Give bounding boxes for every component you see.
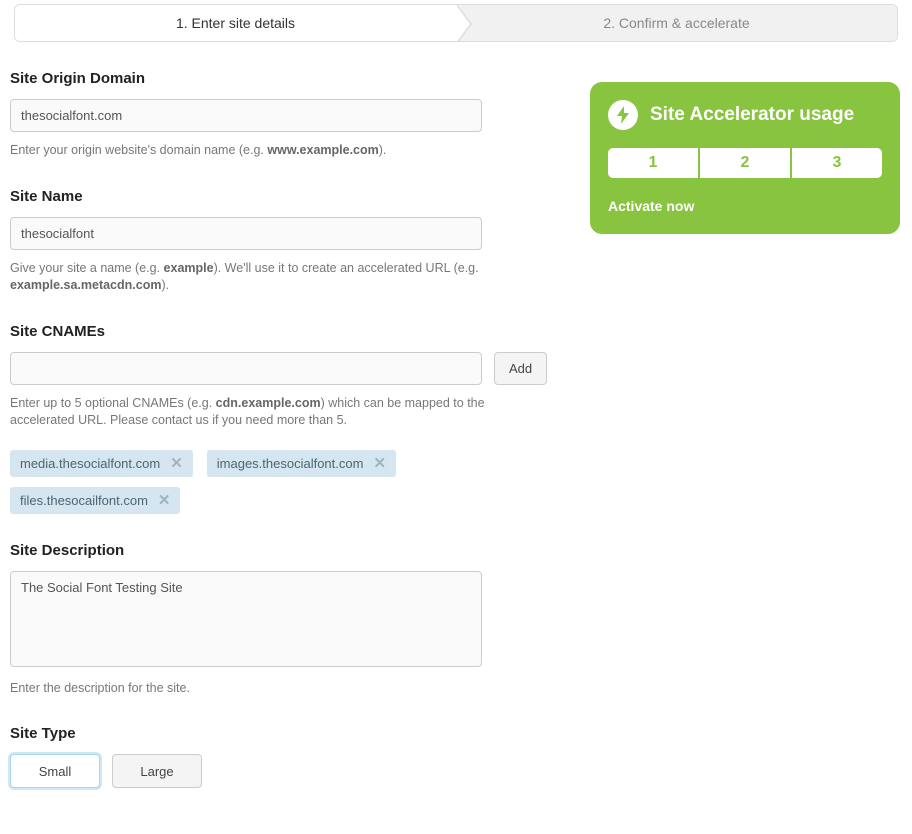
- usage-segment-3[interactable]: 3: [792, 148, 882, 178]
- cname-tag: images.thesocialfont.com ✕: [207, 450, 396, 477]
- site-cnames-group: Site CNAMEs Add Enter up to 5 optional C…: [10, 323, 570, 514]
- site-name-help: Give your site a name (e.g. example). We…: [10, 260, 510, 295]
- bolt-icon: [608, 100, 638, 130]
- usage-segment-1[interactable]: 1: [608, 148, 698, 178]
- site-cnames-help: Enter up to 5 optional CNAMEs (e.g. cdn.…: [10, 395, 510, 430]
- site-origin-domain-input[interactable]: [10, 99, 482, 132]
- site-name-group: Site Name Give your site a name (e.g. ex…: [10, 188, 570, 295]
- remove-cname-icon[interactable]: ✕: [170, 456, 183, 471]
- site-origin-domain-label: Site Origin Domain: [10, 70, 570, 87]
- site-description-label: Site Description: [10, 542, 570, 559]
- step-2-confirm[interactable]: 2. Confirm & accelerate: [456, 5, 897, 41]
- remove-cname-icon[interactable]: ✕: [373, 456, 386, 471]
- site-name-input[interactable]: [10, 217, 482, 250]
- widget-title: Site Accelerator usage: [650, 104, 854, 126]
- site-cname-input[interactable]: [10, 352, 482, 385]
- usage-segments: 1 2 3: [608, 148, 882, 178]
- site-name-label: Site Name: [10, 188, 570, 205]
- site-type-label: Site Type: [10, 725, 570, 742]
- site-description-group: Site Description Enter the description f…: [10, 542, 570, 698]
- site-type-small-button[interactable]: Small: [10, 754, 100, 788]
- site-origin-domain-help: Enter your origin website's domain name …: [10, 142, 510, 160]
- activate-now-link[interactable]: Activate now: [608, 198, 882, 214]
- site-description-help: Enter the description for the site.: [10, 680, 510, 698]
- remove-cname-icon[interactable]: ✕: [158, 493, 171, 508]
- cname-tag-label: images.thesocialfont.com: [217, 456, 364, 471]
- cname-tag-list: media.thesocialfont.com ✕ images.thesoci…: [10, 450, 570, 514]
- cname-tag-label: files.thesocailfont.com: [20, 493, 148, 508]
- usage-segment-2[interactable]: 2: [700, 148, 790, 178]
- site-description-input[interactable]: [10, 571, 482, 667]
- site-type-large-button[interactable]: Large: [112, 754, 202, 788]
- site-accelerator-usage-widget: Site Accelerator usage 1 2 3 Activate no…: [590, 82, 900, 234]
- cname-tag: files.thesocailfont.com ✕: [10, 487, 180, 514]
- cname-tag: media.thesocialfont.com ✕: [10, 450, 193, 477]
- site-cnames-label: Site CNAMEs: [10, 323, 570, 340]
- site-type-group: Site Type Small Large: [10, 725, 570, 788]
- step-1-enter-details[interactable]: 1. Enter site details: [15, 5, 456, 41]
- add-cname-button[interactable]: Add: [494, 352, 547, 385]
- site-origin-domain-group: Site Origin Domain Enter your origin web…: [10, 70, 570, 160]
- cname-tag-label: media.thesocialfont.com: [20, 456, 160, 471]
- wizard-steps: 1. Enter site details 2. Confirm & accel…: [14, 4, 898, 42]
